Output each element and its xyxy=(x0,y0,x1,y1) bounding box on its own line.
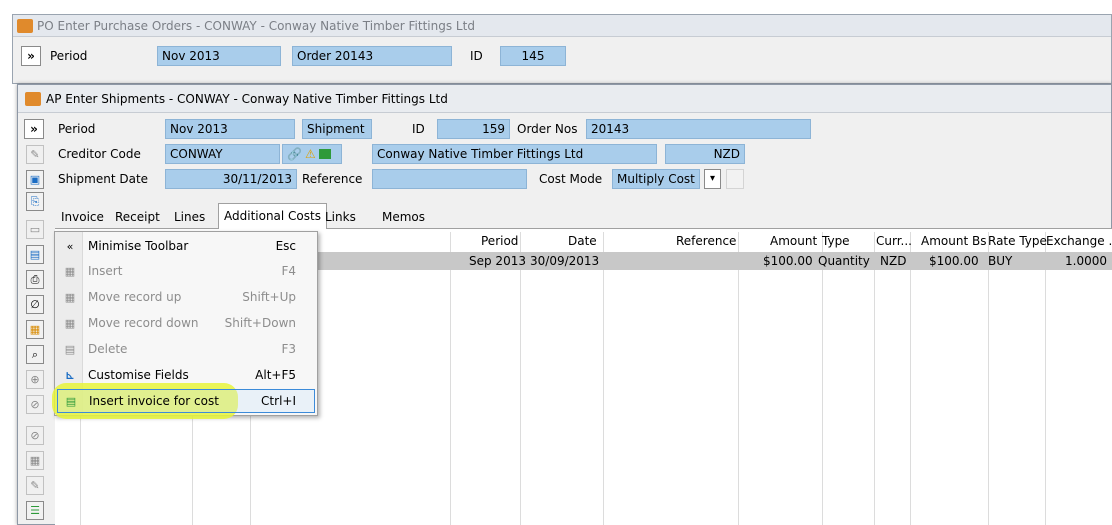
creditor-code-label: Creditor Code xyxy=(58,147,141,161)
reference-field[interactable] xyxy=(372,169,527,189)
cell-amount-bs: $100.00 xyxy=(929,254,979,268)
shipment-date-field[interactable]: 30/11/2013 xyxy=(165,169,297,189)
memo-icon[interactable]: ▦ xyxy=(26,320,44,339)
menu-item-delete[interactable]: ▤ Delete F3 xyxy=(54,336,318,362)
app-icon xyxy=(25,92,41,106)
preview-icon[interactable]: ⌕ xyxy=(26,345,44,364)
disabled-icon-1[interactable]: ⊕ xyxy=(26,370,44,389)
customise-icon: ⊾ xyxy=(65,368,75,382)
cell-amount: $100.00 xyxy=(763,254,813,268)
ap-title-bar: AP Enter Shipments - CONWAY - Conway Nat… xyxy=(18,85,1111,113)
ap-id-field[interactable]: 159 xyxy=(437,119,510,139)
header-amount[interactable]: Amount xyxy=(770,234,817,248)
header-rate-type[interactable]: Rate Type xyxy=(988,234,1047,248)
cell-period: Sep 2013 xyxy=(469,254,526,268)
link-icon[interactable] xyxy=(318,149,331,159)
cell-curr: NZD xyxy=(880,254,907,268)
left-toolbar: ⎘ ▭ ▤ ⎙ ∅ ▦ ⌕ ⊕ ⊘ ⊘ ▦ ✎ ☰ xyxy=(22,192,47,525)
menu-item-move-record-up[interactable]: ▦ Move record up Shift+Up xyxy=(54,284,318,310)
grid-col-divider xyxy=(988,232,989,525)
tab-memos[interactable]: Memos xyxy=(379,207,428,229)
warning-icon[interactable]: ⚠ xyxy=(305,147,316,161)
currency-field[interactable]: NZD xyxy=(665,144,745,164)
menu-item-move-record-down[interactable]: ▦ Move record down Shift+Down xyxy=(54,310,318,336)
po-period-field[interactable]: Nov 2013 xyxy=(157,46,281,66)
menu-item-insert[interactable]: ▦ Insert F4 xyxy=(54,258,318,284)
delete-icon: ▤ xyxy=(64,342,76,356)
disabled-icon-3[interactable]: ⊘ xyxy=(26,426,44,445)
po-order-field[interactable]: Order 20143 xyxy=(292,46,452,66)
paperclip-icon[interactable]: ∅ xyxy=(26,295,44,314)
move-down-icon: ▦ xyxy=(64,316,76,330)
grid-col-divider xyxy=(910,232,911,525)
cost-mode-label: Cost Mode xyxy=(539,172,603,186)
header-curr[interactable]: Curr... xyxy=(876,234,912,248)
cell-date: 30/09/2013 xyxy=(530,254,600,268)
grid-col-divider xyxy=(874,232,875,525)
chevron-down-icon[interactable]: ▾ xyxy=(704,169,721,189)
header-date[interactable]: Date xyxy=(568,234,597,248)
po-title: PO Enter Purchase Orders - CONWAY - Conw… xyxy=(37,19,475,33)
tab-lines[interactable]: Lines xyxy=(171,207,208,229)
grid-col-divider xyxy=(603,232,604,525)
disabled-icon-4[interactable]: ▦ xyxy=(26,451,44,470)
shipment-date-label: Shipment Date xyxy=(58,172,149,186)
reference-label: Reference xyxy=(302,172,363,186)
ap-expand-button[interactable]: » xyxy=(24,119,44,139)
tab-receipt[interactable]: Receipt xyxy=(112,207,163,229)
menu-item-minimise-toolbar[interactable]: « Minimise Toolbar Esc xyxy=(54,233,318,259)
po-id-field[interactable]: 145 xyxy=(500,46,566,66)
grid-col-divider xyxy=(520,232,521,525)
grid-col-divider xyxy=(822,232,823,525)
header-exchange[interactable]: Exchange ... xyxy=(1046,234,1112,248)
po-period-label: Period xyxy=(50,49,88,63)
double-chevron-left-icon: « xyxy=(66,239,74,253)
cell-type: Quantity xyxy=(818,254,870,268)
ap-title: AP Enter Shipments - CONWAY - Conway Nat… xyxy=(46,92,448,106)
grid-col-divider xyxy=(738,232,739,525)
header-type[interactable]: Type xyxy=(822,234,850,248)
disabled-icon-2[interactable]: ⊘ xyxy=(26,395,44,414)
po-title-bar: PO Enter Purchase Orders - CONWAY - Conw… xyxy=(13,15,1111,37)
tab-additional-costs[interactable]: Additional Costs xyxy=(218,203,327,230)
ap-period-field[interactable]: Nov 2013 xyxy=(165,119,295,139)
creditor-icons: 🔗 ⚠ xyxy=(282,144,342,164)
cell-exchange: 1.0000 xyxy=(1065,254,1107,268)
disabled-icon-5[interactable]: ✎ xyxy=(26,476,44,495)
invoice-icon: ▤ xyxy=(65,394,77,408)
cost-mode-field[interactable]: Multiply Cost xyxy=(612,169,700,189)
po-expand-button[interactable]: » xyxy=(21,46,41,66)
move-up-icon: ▦ xyxy=(64,290,76,304)
ap-id-label: ID xyxy=(412,122,425,136)
cell-rate-type: BUY xyxy=(988,254,1013,268)
save-new-icon[interactable]: ▣ xyxy=(26,170,44,189)
save-icon[interactable] xyxy=(726,169,744,189)
tab-links[interactable]: Links xyxy=(322,207,359,229)
print-icon[interactable]: ⎙ xyxy=(26,270,44,289)
ap-period-label: Period xyxy=(58,122,96,136)
po-id-label: ID xyxy=(470,49,483,63)
header-reference[interactable]: Reference xyxy=(676,234,736,248)
tab-invoice[interactable]: Invoice xyxy=(58,207,107,229)
list-icon[interactable]: ☰ xyxy=(26,501,44,520)
copy-icon[interactable]: ⎘ xyxy=(26,192,44,211)
ap-order-nos-label: Order Nos xyxy=(517,122,578,136)
menu-item-customise-fields[interactable]: ⊾ Customise Fields Alt+F5 xyxy=(54,362,318,388)
menu-item-insert-invoice-for-cost[interactable]: ▤ Insert invoice for cost Ctrl+I xyxy=(57,389,315,413)
creditor-name-field[interactable]: Conway Native Timber Fittings Ltd xyxy=(372,144,657,164)
blank-icon[interactable]: ▭ xyxy=(26,220,44,239)
grid-col-divider xyxy=(450,232,451,525)
ap-shipment-field[interactable]: Shipment xyxy=(302,119,372,139)
grid-col-divider xyxy=(1045,232,1046,525)
paperclip-icon[interactable]: 🔗 xyxy=(287,147,302,161)
insert-icon: ▦ xyxy=(64,264,76,278)
header-amount-bs[interactable]: Amount Bs xyxy=(921,234,986,248)
notes-icon[interactable]: ▤ xyxy=(26,245,44,264)
app-icon xyxy=(17,19,33,33)
creditor-code-field[interactable]: CONWAY xyxy=(165,144,280,164)
tab-bar xyxy=(55,205,1112,229)
edit-icon[interactable]: ✎ xyxy=(26,145,44,164)
header-period[interactable]: Period xyxy=(481,234,518,248)
ap-order-nos-field[interactable]: 20143 xyxy=(586,119,811,139)
